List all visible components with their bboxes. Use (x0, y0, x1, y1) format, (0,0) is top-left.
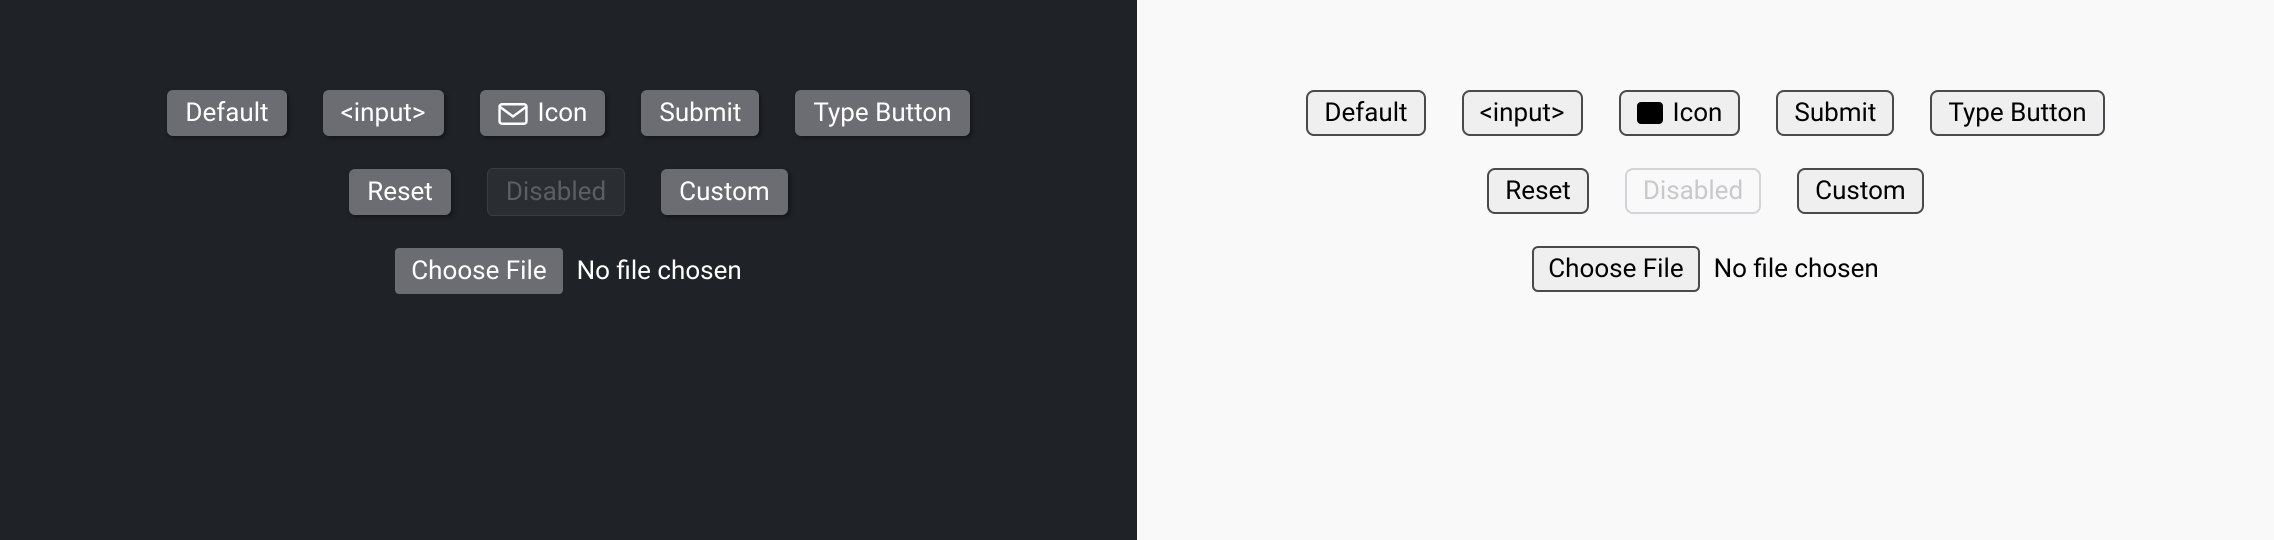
icon-button[interactable]: Icon (1619, 90, 1741, 136)
disabled-button: Disabled (1625, 168, 1761, 214)
disabled-button: Disabled (487, 168, 625, 216)
button-row-2: Reset Disabled Custom (349, 168, 787, 216)
reset-button[interactable]: Reset (349, 169, 451, 215)
custom-button[interactable]: Custom (1797, 168, 1924, 214)
default-button[interactable]: Default (1306, 90, 1425, 136)
dark-theme-panel: Default <input> Icon Submit Type Button … (0, 0, 1137, 540)
submit-button[interactable]: Submit (1776, 90, 1894, 136)
light-theme-panel: Default <input> Icon Submit Type Button … (1137, 0, 2274, 540)
square-icon (1637, 102, 1663, 124)
file-input-row: Choose File No file chosen (395, 248, 741, 294)
icon-button[interactable]: Icon (480, 90, 606, 136)
button-row-2: Reset Disabled Custom (1487, 168, 1923, 214)
default-button[interactable]: Default (167, 90, 286, 136)
file-status-label: No file chosen (577, 256, 742, 286)
custom-button[interactable]: Custom (661, 169, 788, 215)
file-input-row: Choose File No file chosen (1532, 246, 1878, 292)
choose-file-button[interactable]: Choose File (1532, 246, 1699, 292)
input-button[interactable]: <input> (323, 90, 444, 136)
envelope-icon (498, 102, 528, 124)
button-row-1: Default <input> Icon Submit Type Button (167, 90, 969, 136)
button-row-1: Default <input> Icon Submit Type Button (1306, 90, 2104, 136)
type-button[interactable]: Type Button (1930, 90, 2104, 136)
file-status-label: No file chosen (1714, 254, 1879, 284)
reset-button[interactable]: Reset (1487, 168, 1589, 214)
submit-button[interactable]: Submit (641, 90, 759, 136)
type-button[interactable]: Type Button (795, 90, 969, 136)
input-button[interactable]: <input> (1462, 90, 1583, 136)
choose-file-button[interactable]: Choose File (395, 248, 562, 294)
icon-button-label: Icon (1673, 98, 1723, 128)
icon-button-label: Icon (538, 98, 588, 128)
